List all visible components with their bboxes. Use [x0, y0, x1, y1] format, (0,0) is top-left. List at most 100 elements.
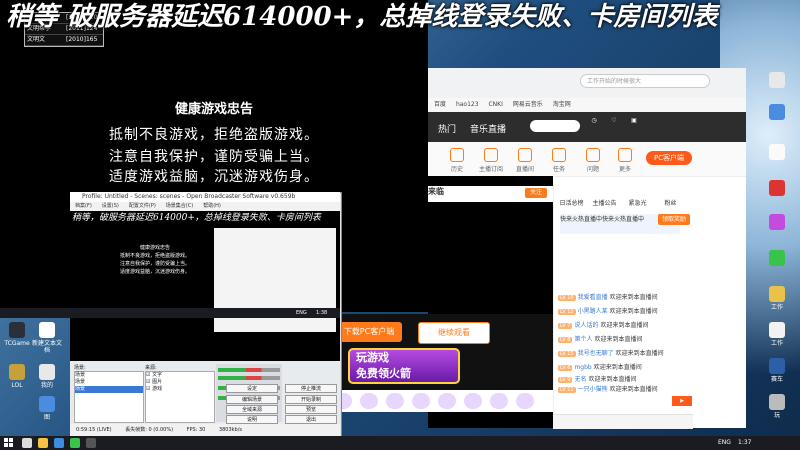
subnav-task[interactable]: 任务 [546, 148, 572, 173]
follow-button[interactable]: 关注 [525, 188, 547, 198]
chat-user[interactable]: 第个人 [574, 336, 592, 343]
desktop-icon-label: 图 [43, 414, 50, 421]
desktop-icon[interactable] [762, 104, 792, 122]
preview-line: 注意自我保护，谨防受骗上当。 [119, 261, 190, 267]
chat-input[interactable] [553, 414, 693, 429]
gift-icon[interactable] [464, 393, 482, 409]
list-item[interactable]: ☑ 游戏 [146, 386, 214, 393]
chat-user[interactable]: 一只小猫熊 [578, 386, 608, 393]
nav-client-icon[interactable]: ▣ [626, 117, 642, 137]
desktop-icon[interactable]: 赛车 [762, 358, 792, 383]
desktop-icon-tcgame[interactable]: TCGame [2, 322, 32, 347]
app-taskbar-icon[interactable] [70, 438, 80, 448]
obs-settings-button[interactable]: 设定 [226, 384, 278, 393]
obs-preview-warning: 健康游戏忠告 抵制不良游戏，拒绝盗版游戏。 注意自我保护，谨防受骗上当。 适度游… [100, 244, 210, 276]
desktop-icon-mine[interactable]: 我的 [32, 364, 62, 389]
file-explorer-icon[interactable] [38, 438, 48, 448]
obs-start-record-button[interactable]: 开始录制 [285, 395, 337, 404]
banner-text: 破服务器延迟614000+，总掉线登录失败、卡房间列表 [67, 2, 718, 32]
desktop-icon-picture[interactable]: 图 [32, 396, 62, 421]
nav-follow-icon[interactable]: ♡ [606, 117, 622, 137]
send-button[interactable]: ▶ [672, 396, 692, 406]
continue-watching-button[interactable]: 继续观看 [418, 322, 490, 344]
subnav-subscribe[interactable]: 主播订阅 [478, 148, 504, 173]
windows-start-icon[interactable] [4, 438, 14, 448]
obs-stop-stream-button[interactable]: 停止推流 [285, 384, 337, 393]
chat-user[interactable]: 无名 [574, 376, 586, 383]
address-bar[interactable]: 工作开始的时候很大 [580, 74, 710, 88]
chat-tab[interactable]: 主播公告 [588, 198, 621, 207]
desktop-icon-doc[interactable]: 新建文本文档 [32, 322, 62, 354]
chat-user[interactable]: 小黑路人某 [578, 308, 608, 315]
list-item[interactable]: ☑ 图片 [146, 379, 214, 386]
nav-hot[interactable]: 热门 [438, 122, 456, 135]
chat-tab[interactable]: 粉丝 [654, 198, 687, 207]
site-search-input[interactable] [530, 120, 580, 132]
level-badge: LV 8 [558, 337, 573, 343]
download-client-button[interactable]: 下载PC客户端 [336, 322, 402, 342]
bookmark[interactable]: 百度 [434, 101, 446, 108]
bookmark[interactable]: hao123 [456, 101, 479, 108]
gift-icon[interactable] [386, 393, 404, 409]
chat-tab[interactable]: 紧急光 [621, 198, 654, 207]
gift-icon[interactable] [438, 393, 456, 409]
chat-user[interactable]: mgbb [574, 364, 591, 371]
gift-icon[interactable] [412, 393, 430, 409]
chat-user[interactable]: 我爱看直播 [578, 294, 608, 301]
list-item[interactable]: 场景 [75, 379, 143, 386]
table-cell: [2010]165 [66, 36, 98, 43]
chat-tab[interactable]: 日活总榜 [555, 198, 588, 207]
desktop-icon[interactable]: 工作 [762, 322, 792, 347]
list-item[interactable]: ☑ 文字 [146, 372, 214, 379]
desktop-icon[interactable]: 工作 [762, 286, 792, 311]
desktop-icon-lol[interactable]: LOL [2, 364, 32, 389]
chat-message: LV 8 第个人 欢迎来到本直播间 [558, 334, 690, 344]
desktop-icon[interactable]: 玩 [762, 394, 792, 419]
lang-indicator[interactable]: ENG [718, 436, 731, 450]
obs-preview-button[interactable]: 预览 [285, 405, 337, 414]
obs-edit-scene-button[interactable]: 编辑场景 [226, 395, 278, 404]
desktop-icon[interactable] [762, 214, 792, 232]
bookmark[interactable]: CNKI [488, 101, 502, 108]
browser-taskbar-icon[interactable] [54, 438, 64, 448]
obs-menu-item[interactable]: 设置(S) [102, 203, 119, 209]
nav-history-icon[interactable]: ◷ [586, 117, 602, 137]
chat-message: LV 9 无名 欢迎来到本直播间 [558, 374, 690, 384]
chat-text: 欢迎来到本直播间 [615, 350, 664, 357]
bookmark[interactable]: 网易云音乐 [513, 101, 543, 108]
desktop-icon[interactable] [762, 180, 792, 198]
claim-reward-button[interactable]: 领取奖励 [658, 214, 690, 225]
obs-help-button[interactable]: 说明 [226, 415, 278, 424]
obs-menu-item[interactable]: 配置文件(P) [129, 203, 156, 209]
desktop-icon[interactable] [762, 72, 792, 90]
list-item[interactable]: 场景 [75, 372, 143, 379]
sources-list[interactable]: ☑ 文字 ☑ 图片 ☑ 游戏 [145, 371, 215, 423]
obs-exit-button[interactable]: 退出 [285, 415, 337, 424]
obs-menu-item[interactable]: 帮助(H) [203, 203, 221, 209]
gift-icon[interactable] [360, 393, 378, 409]
subnav-more[interactable]: 更多 [612, 148, 638, 173]
bookmark[interactable]: 淘宝网 [553, 101, 571, 108]
pc-client-button[interactable]: PC客户端 [646, 151, 692, 165]
subnav-room[interactable]: 直播间 [512, 148, 538, 173]
subnav-question[interactable]: 问题 [580, 148, 606, 173]
search-icon[interactable] [22, 438, 32, 448]
list-item[interactable]: 场景 [75, 386, 143, 393]
obs-menu-item[interactable]: 场景集合(C) [166, 203, 193, 209]
obs-status-bar: 0:59:15 (LIVE) 丢失帧数: 0 (0.00%) FPS: 30 3… [70, 424, 340, 436]
chat-user[interactable]: 说人话的 [574, 322, 598, 329]
chat-user[interactable]: 我号也无聊了 [578, 350, 614, 357]
desktop-icon[interactable] [762, 144, 792, 162]
desktop-icon[interactable] [762, 250, 792, 268]
subnav-history[interactable]: 历史 [444, 148, 470, 173]
obs-global-sources-button[interactable]: 全域来源 [226, 405, 278, 414]
gift-icon[interactable] [490, 393, 508, 409]
gift-icon[interactable] [516, 393, 534, 409]
scenes-list[interactable]: 场景 场景 场景 [74, 371, 144, 423]
obs-menu-item[interactable]: 档案(F) [75, 203, 92, 209]
level-badge: LV 9 [558, 377, 573, 383]
taskbar-clock[interactable]: 1:37 [738, 436, 751, 450]
obs-taskbar-icon[interactable] [86, 438, 96, 448]
free-game-banner[interactable]: 玩游戏 免费领火箭 [348, 348, 460, 384]
nav-music-live[interactable]: 音乐直播 [470, 122, 506, 135]
